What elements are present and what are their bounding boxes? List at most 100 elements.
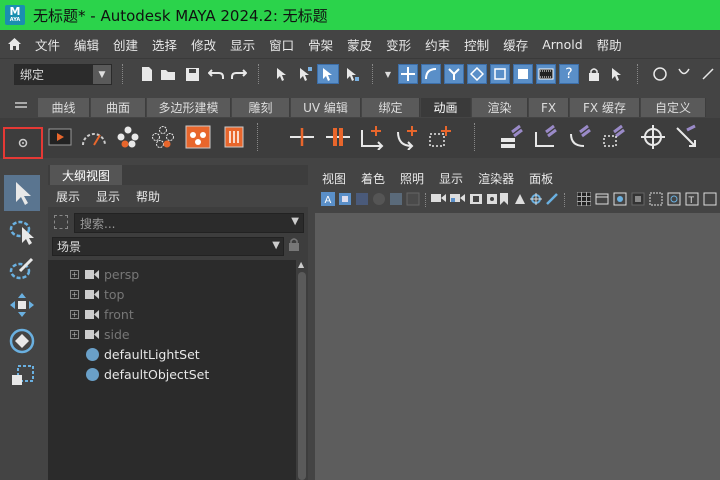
smooth-shade-icon[interactable] (613, 192, 627, 206)
menu-skeleton[interactable]: 骨架 (301, 35, 340, 54)
ik-handle-icon[interactable] (497, 121, 527, 153)
ik-spline-icon[interactable] (531, 121, 561, 153)
soft-select-icon[interactable] (650, 64, 670, 84)
field-chart-icon[interactable] (529, 192, 543, 206)
lock-icon[interactable] (584, 64, 604, 84)
expand-icon[interactable]: + (70, 309, 79, 319)
ghost-icon[interactable] (79, 121, 109, 153)
select-object-icon[interactable] (295, 64, 315, 84)
motion-trail-icon[interactable] (113, 121, 143, 153)
shelf-tab-fx[interactable]: FX (529, 98, 569, 117)
render-view-icon[interactable] (536, 64, 556, 84)
outliner-scrollbar[interactable]: ▲ (296, 260, 308, 480)
paint-select-tool-icon[interactable] (4, 251, 40, 287)
grease-pencil-icon[interactable] (389, 192, 403, 206)
menu-control[interactable]: 控制 (457, 35, 496, 54)
open-scene-icon[interactable] (159, 64, 179, 84)
snap-grid-icon[interactable] (398, 64, 418, 84)
move-tool-icon[interactable] (4, 287, 40, 323)
expand-icon[interactable]: + (70, 269, 79, 279)
reflection-icon[interactable] (698, 64, 718, 84)
shelf-tab-curves[interactable]: 曲线 (38, 98, 90, 117)
wireframe-icon[interactable] (595, 192, 609, 206)
shelf-tab-sculpting[interactable]: 雕刻 (232, 98, 290, 117)
create-joint-icon[interactable] (287, 121, 317, 153)
isolate-select-icon[interactable] (703, 192, 717, 206)
scroll-up-icon[interactable]: ▲ (298, 260, 304, 269)
shelf-settings-gear-icon[interactable] (3, 127, 43, 159)
shelf-tab-uv-editing[interactable]: UV 编辑 (291, 98, 361, 117)
list-item[interactable]: + persp (48, 264, 296, 284)
home-icon[interactable] (0, 37, 28, 51)
menu-arnold[interactable]: Arnold (535, 37, 589, 52)
film-gate-icon[interactable] (469, 192, 483, 206)
shelf-tab-surfaces[interactable]: 曲面 (91, 98, 146, 117)
viewport-menu-lighting[interactable]: 照明 (391, 170, 430, 187)
menu-set-selector[interactable]: 绑定 ▼ (14, 64, 112, 85)
remove-joint-icon[interactable] (425, 121, 455, 153)
select-hierarchy-icon[interactable] (272, 64, 292, 84)
list-item[interactable]: + side (48, 324, 296, 344)
outliner-tab[interactable]: 大纲视图 (50, 165, 122, 185)
expand-icon[interactable]: + (70, 329, 79, 339)
list-item[interactable]: defaultLightSet (48, 344, 296, 364)
rotate-tool-icon[interactable] (4, 323, 40, 359)
undo-icon[interactable] (206, 64, 226, 84)
list-item[interactable]: + top (48, 284, 296, 304)
snap-view-plane-icon[interactable] (467, 64, 487, 84)
snap-curve-icon[interactable] (421, 64, 441, 84)
outliner-menu-help[interactable]: 帮助 (128, 188, 168, 205)
safe-action-icon[interactable] (545, 192, 559, 206)
viewport-menu-panels[interactable]: 面板 (520, 170, 559, 187)
playblast-icon[interactable] (45, 121, 75, 153)
camera-attributes-icon[interactable] (338, 192, 352, 206)
shelf-tab-custom[interactable]: 自定义 (641, 98, 706, 117)
menu-skin[interactable]: 蒙皮 (340, 35, 379, 54)
outliner-scene-selector[interactable]: 场景 ▼ (52, 237, 284, 256)
viewport-menu-shading[interactable]: 着色 (352, 170, 391, 187)
outliner-menu-display[interactable]: 展示 (48, 188, 88, 205)
new-scene-icon[interactable] (137, 64, 157, 84)
select-component-icon[interactable] (317, 64, 339, 84)
viewport-menu-show[interactable]: 显示 (430, 170, 469, 187)
camera-icon[interactable] (431, 192, 446, 206)
save-scene-icon[interactable] (182, 64, 202, 84)
cluster-icon[interactable] (672, 121, 702, 153)
mirror-joint-icon[interactable] (357, 121, 387, 153)
shelf-tab-rendering[interactable]: 渲染 (472, 98, 528, 117)
bookmarks-icon[interactable] (355, 192, 369, 206)
locator-icon[interactable] (638, 121, 668, 153)
symmetry-icon[interactable] (674, 64, 694, 84)
gate-mask-icon[interactable] (513, 192, 527, 206)
smooth-bind-icon[interactable] (599, 121, 629, 153)
resolution-gate-icon[interactable] (485, 192, 499, 206)
menu-modify[interactable]: 修改 (184, 35, 223, 54)
snap-point-icon[interactable] (444, 64, 464, 84)
shelf-tab-poly-modeling[interactable]: 多边形建模 (147, 98, 231, 117)
viewport-menu-view[interactable]: 视图 (313, 170, 352, 187)
create-animation-layer-icon[interactable] (219, 121, 249, 153)
orient-joint-icon[interactable] (391, 121, 421, 153)
outliner-menu-show[interactable]: 显示 (88, 188, 128, 205)
bind-skin-icon[interactable] (565, 121, 595, 153)
bookmark-icon[interactable] (499, 192, 513, 206)
menu-windows[interactable]: 窗口 (262, 35, 301, 54)
insert-joint-icon[interactable] (323, 121, 353, 153)
hud-icon[interactable]: T (685, 192, 699, 206)
default-material-icon[interactable] (631, 192, 645, 206)
unghost-icon[interactable] (148, 121, 178, 153)
select-tool-icon[interactable] (4, 175, 40, 211)
scrollbar-thumb[interactable] (298, 272, 306, 480)
xray-icon[interactable] (649, 192, 663, 206)
menu-edit[interactable]: 编辑 (67, 35, 106, 54)
grid-icon[interactable] (576, 191, 592, 207)
shelf-tab-animation[interactable]: 动画 (421, 98, 471, 117)
menu-select[interactable]: 选择 (145, 35, 184, 54)
list-item[interactable]: + front (48, 304, 296, 324)
menu-help[interactable]: 帮助 (590, 35, 629, 54)
lasso-tool-icon[interactable] (4, 213, 40, 249)
menu-display[interactable]: 显示 (223, 35, 262, 54)
lock-icon[interactable] (289, 238, 299, 254)
menu-deform[interactable]: 变形 (379, 35, 418, 54)
shelf-tab-fx-caching[interactable]: FX 缓存 (570, 98, 640, 117)
